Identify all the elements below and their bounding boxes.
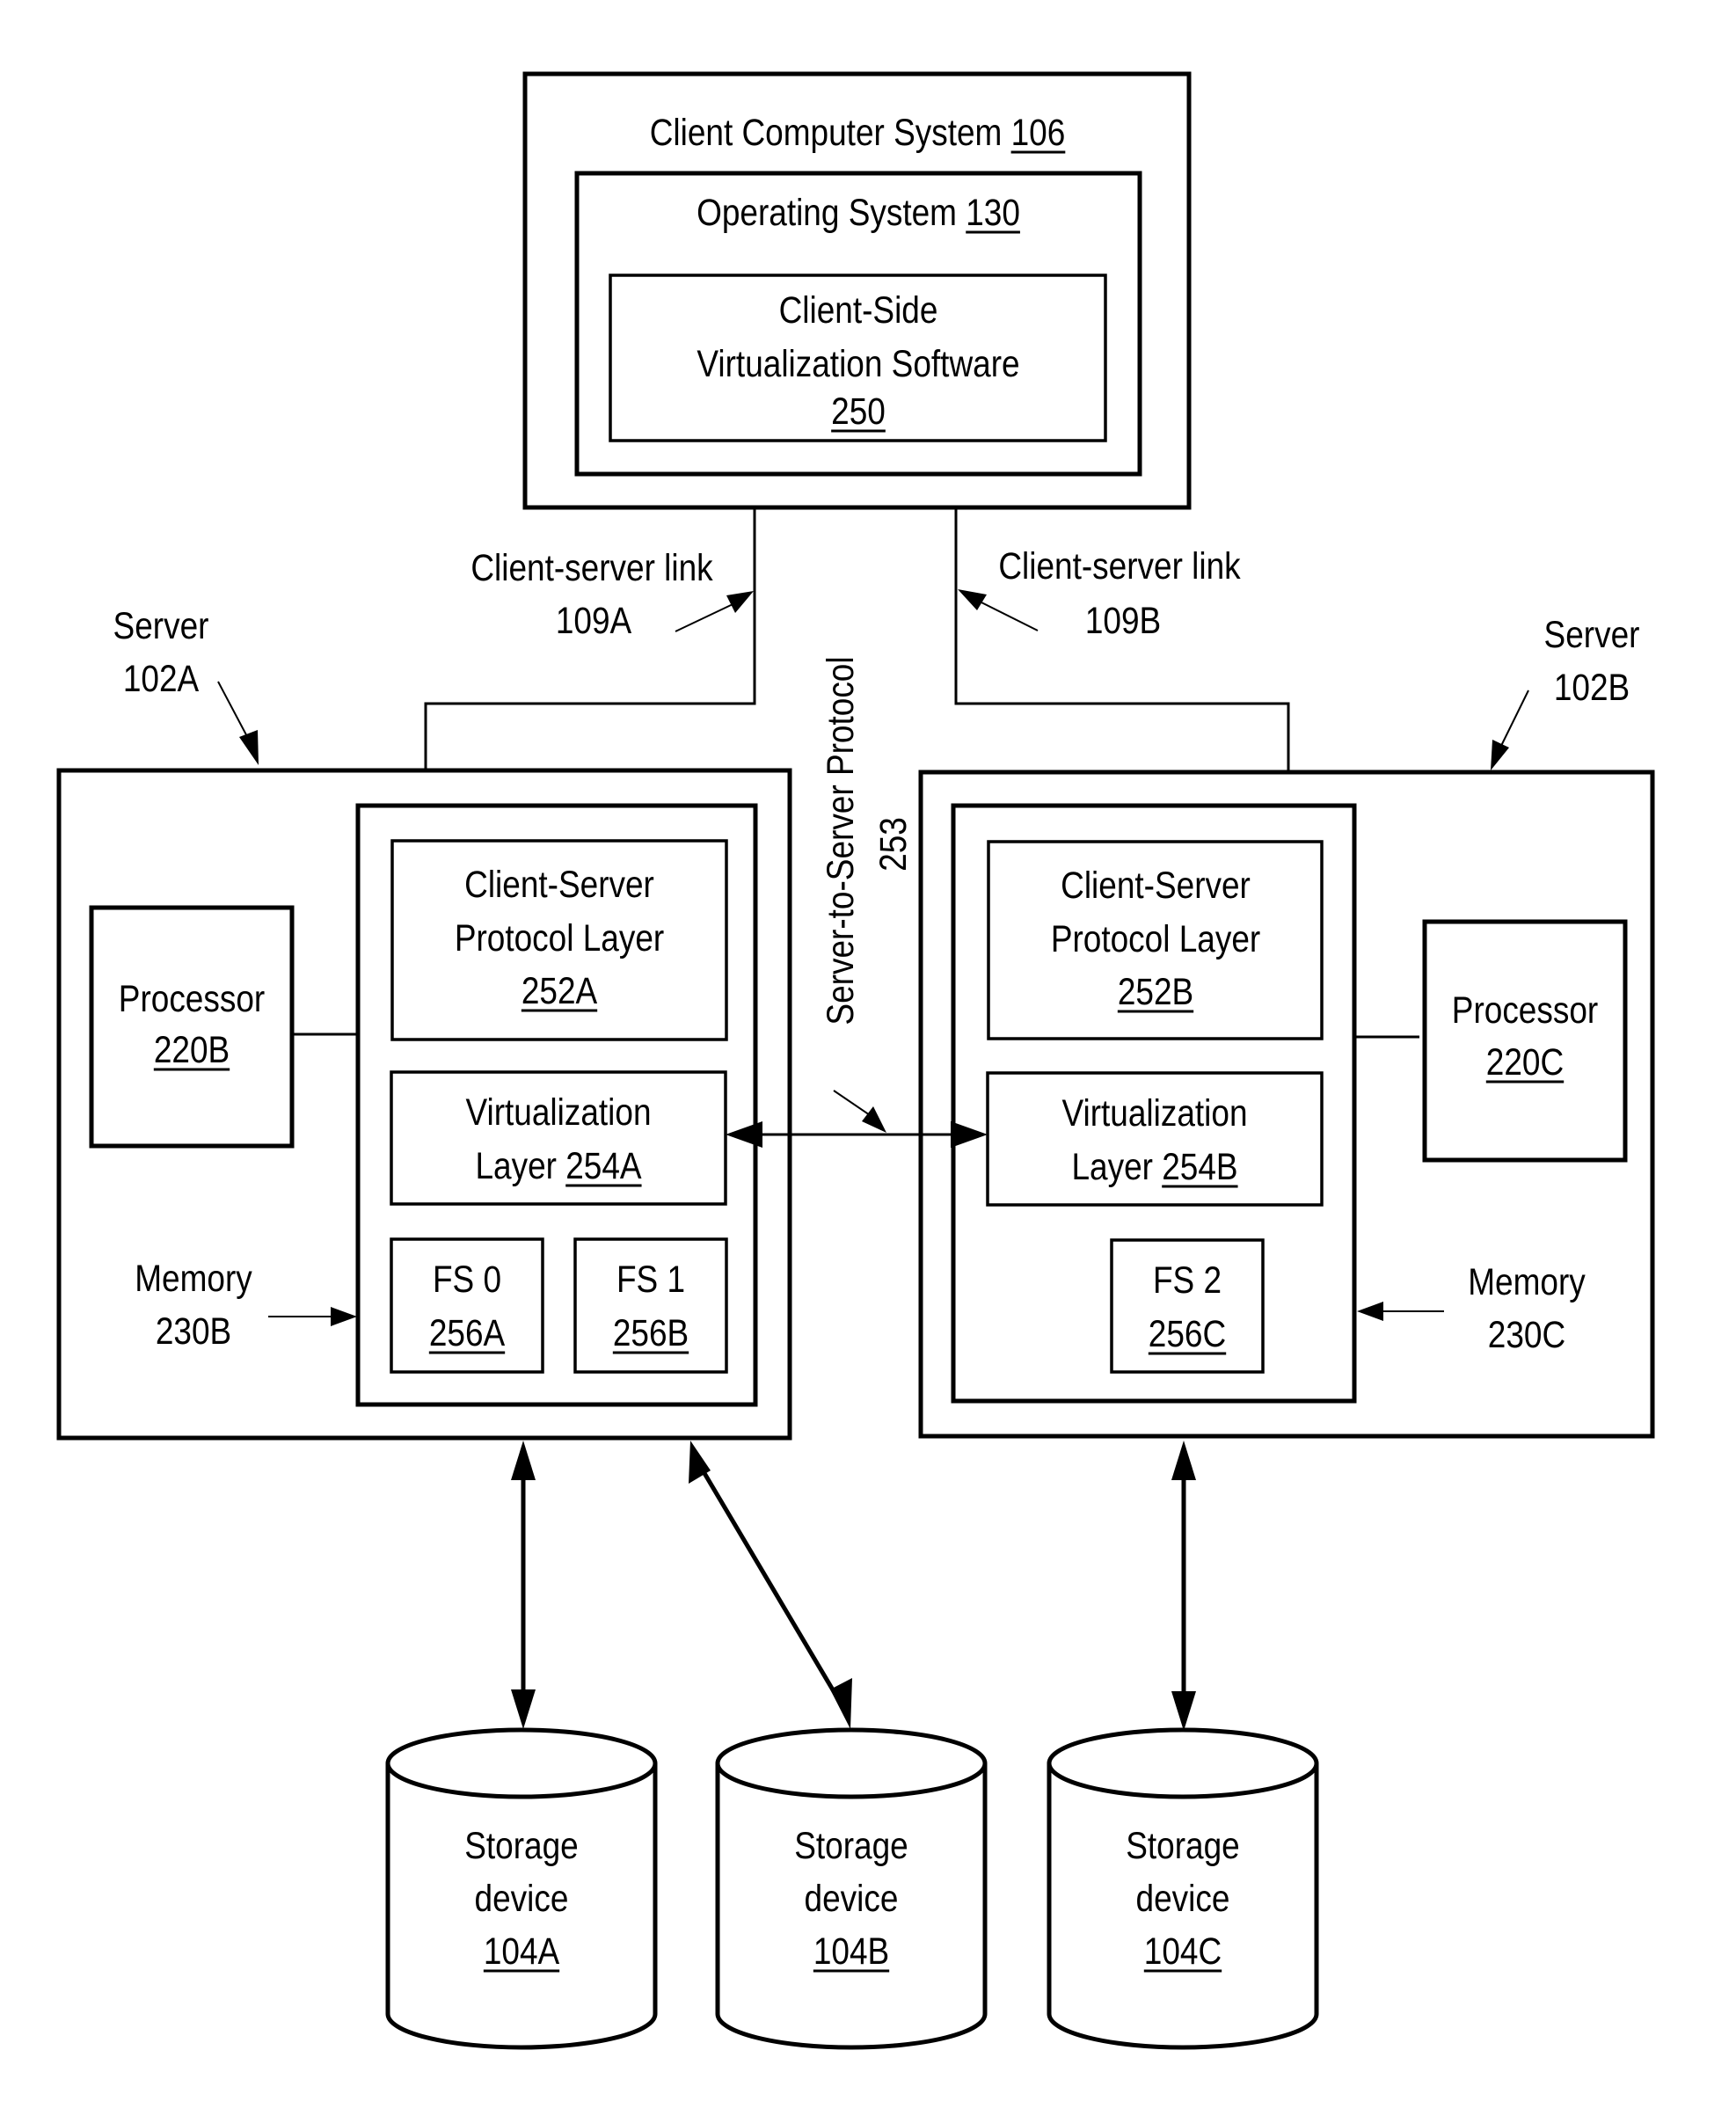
storage-label-line1: Storage — [464, 1825, 579, 1866]
memory-230c-ref: 230C — [1488, 1314, 1565, 1355]
storage-ref: 104B — [813, 1930, 889, 1972]
protocol-layer-252a-ref: 252A — [522, 970, 598, 1011]
operating-system-label: Operating System 130 — [697, 192, 1020, 233]
server-a-label: Server — [113, 605, 209, 646]
virtualization-layer-254b-line2: Layer 254B — [1071, 1146, 1237, 1187]
client-side-software-ref: 250 — [831, 390, 886, 432]
storage-label-line2: device — [805, 1878, 899, 1919]
operating-system-ref: 130 — [966, 192, 1020, 233]
storage-cylinder-top — [385, 1727, 658, 1799]
server-a-ref: 102A — [123, 658, 200, 699]
storage-ref: 104C — [1144, 1930, 1222, 1972]
processor-220b-ref: 220B — [154, 1029, 230, 1070]
server-a-arrowhead-icon — [239, 730, 259, 765]
link-b-arrowhead-icon — [958, 589, 987, 610]
storage-a-down-arrowhead-icon — [511, 1689, 536, 1729]
client-server-link-a-ref: 109A — [556, 600, 632, 641]
server-a-leader-line — [217, 681, 252, 744]
protocol-layer-252b-line2: Protocol Layer — [1051, 918, 1260, 959]
protocol-layer-252a-line1: Client-Server — [464, 864, 654, 905]
client-server-link-b-label: Client-server link — [998, 545, 1241, 587]
client-server-link-a: Client-server link 109A — [424, 507, 756, 770]
memory-230b-label: Memory — [135, 1258, 252, 1299]
storage-device-104a: Storage device 104A — [385, 1727, 658, 2050]
storage-device-104b: Storage device 104B — [715, 1727, 988, 2050]
client-server-link-b: Client-server link 109B — [954, 507, 1290, 772]
fs2-label: FS 2 — [1153, 1259, 1222, 1301]
server-a: Processor 220B Memory 230B Client-Server… — [56, 768, 792, 1441]
storage-a-up-arrowhead-icon — [511, 1441, 536, 1480]
processor-220b-box — [89, 905, 295, 1149]
fs2-ref: 256C — [1149, 1313, 1226, 1354]
storage-connections — [511, 1441, 1196, 1731]
virtualization-layer-254a-line2: Layer 254A — [475, 1145, 641, 1186]
protocol-layer-252b-ref: 252B — [1118, 971, 1193, 1012]
memory-230b-ref: 230B — [156, 1310, 231, 1352]
storage-b-connection-line — [697, 1463, 842, 1704]
memory-230c-label: Memory — [1468, 1261, 1586, 1302]
server-a-callout: Server 102A — [113, 605, 259, 765]
processor-220c-label: Processor — [1452, 989, 1598, 1031]
server-b-ref: 102B — [1554, 667, 1630, 708]
client-computer-system: Client Computer System 106 Operating Sys… — [522, 71, 1192, 510]
fs0-label: FS 0 — [433, 1259, 501, 1300]
link-a-arrowhead-icon — [726, 591, 754, 613]
client-server-link-a-label: Client-server link — [470, 547, 713, 588]
storage-cylinder-top — [715, 1727, 988, 1799]
storage-cylinder-top — [1047, 1727, 1319, 1799]
server-b-leader-line — [1500, 690, 1529, 747]
client-computer-system-label: Client Computer System 106 — [650, 112, 1066, 153]
processor-220c-ref: 220C — [1486, 1041, 1564, 1083]
protocol-arrowhead-icon — [862, 1106, 886, 1133]
storage-label-line2: device — [475, 1878, 569, 1919]
server-b-callout: Server 102B — [1491, 614, 1639, 770]
storage-c-down-arrowhead-icon — [1171, 1691, 1196, 1731]
storage-label-line1: Storage — [1126, 1825, 1240, 1866]
processor-220b-label: Processor — [119, 978, 265, 1019]
server-b: Client-Server Protocol Layer 252B Virtua… — [918, 770, 1655, 1439]
protocol-layer-252b-line1: Client-Server — [1061, 865, 1251, 906]
virtualization-layer-254b-line1: Virtualization — [1061, 1092, 1247, 1134]
client-side-software-line2: Virtualization Software — [697, 343, 1019, 384]
storage-devices: Storagedevice104AStoragedevice104BStorag… — [385, 1727, 1319, 2050]
storage-label-line2: device — [1136, 1878, 1230, 1919]
storage-device-104c: Storage device 104C — [1047, 1727, 1319, 2050]
server-to-server-protocol-ref: 253 — [872, 817, 914, 872]
client-side-software-line1: Client-Side — [779, 289, 938, 331]
client-server-link-b-ref: 109B — [1085, 600, 1161, 641]
protocol-layer-252a-line2: Protocol Layer — [455, 917, 664, 959]
storage-label-line1: Storage — [794, 1825, 908, 1866]
fs1-label: FS 1 — [616, 1259, 685, 1300]
virtualization-layer-254a-line1: Virtualization — [465, 1091, 651, 1133]
system-architecture-diagram: Client Computer System 106 Operating Sys… — [56, 71, 1655, 2050]
client-computer-system-ref: 106 — [1011, 112, 1066, 153]
server-b-arrowhead-icon — [1491, 740, 1509, 770]
storage-b-down-arrowhead-icon — [830, 1678, 852, 1729]
fs1-ref: 256B — [613, 1312, 689, 1354]
storage-c-up-arrowhead-icon — [1171, 1441, 1196, 1480]
storage-ref: 104A — [484, 1930, 560, 1972]
server-b-label: Server — [1544, 614, 1640, 655]
server-to-server-protocol-label: Server-to-Server Protocol — [820, 656, 861, 1025]
fs0-ref: 256A — [429, 1312, 506, 1354]
